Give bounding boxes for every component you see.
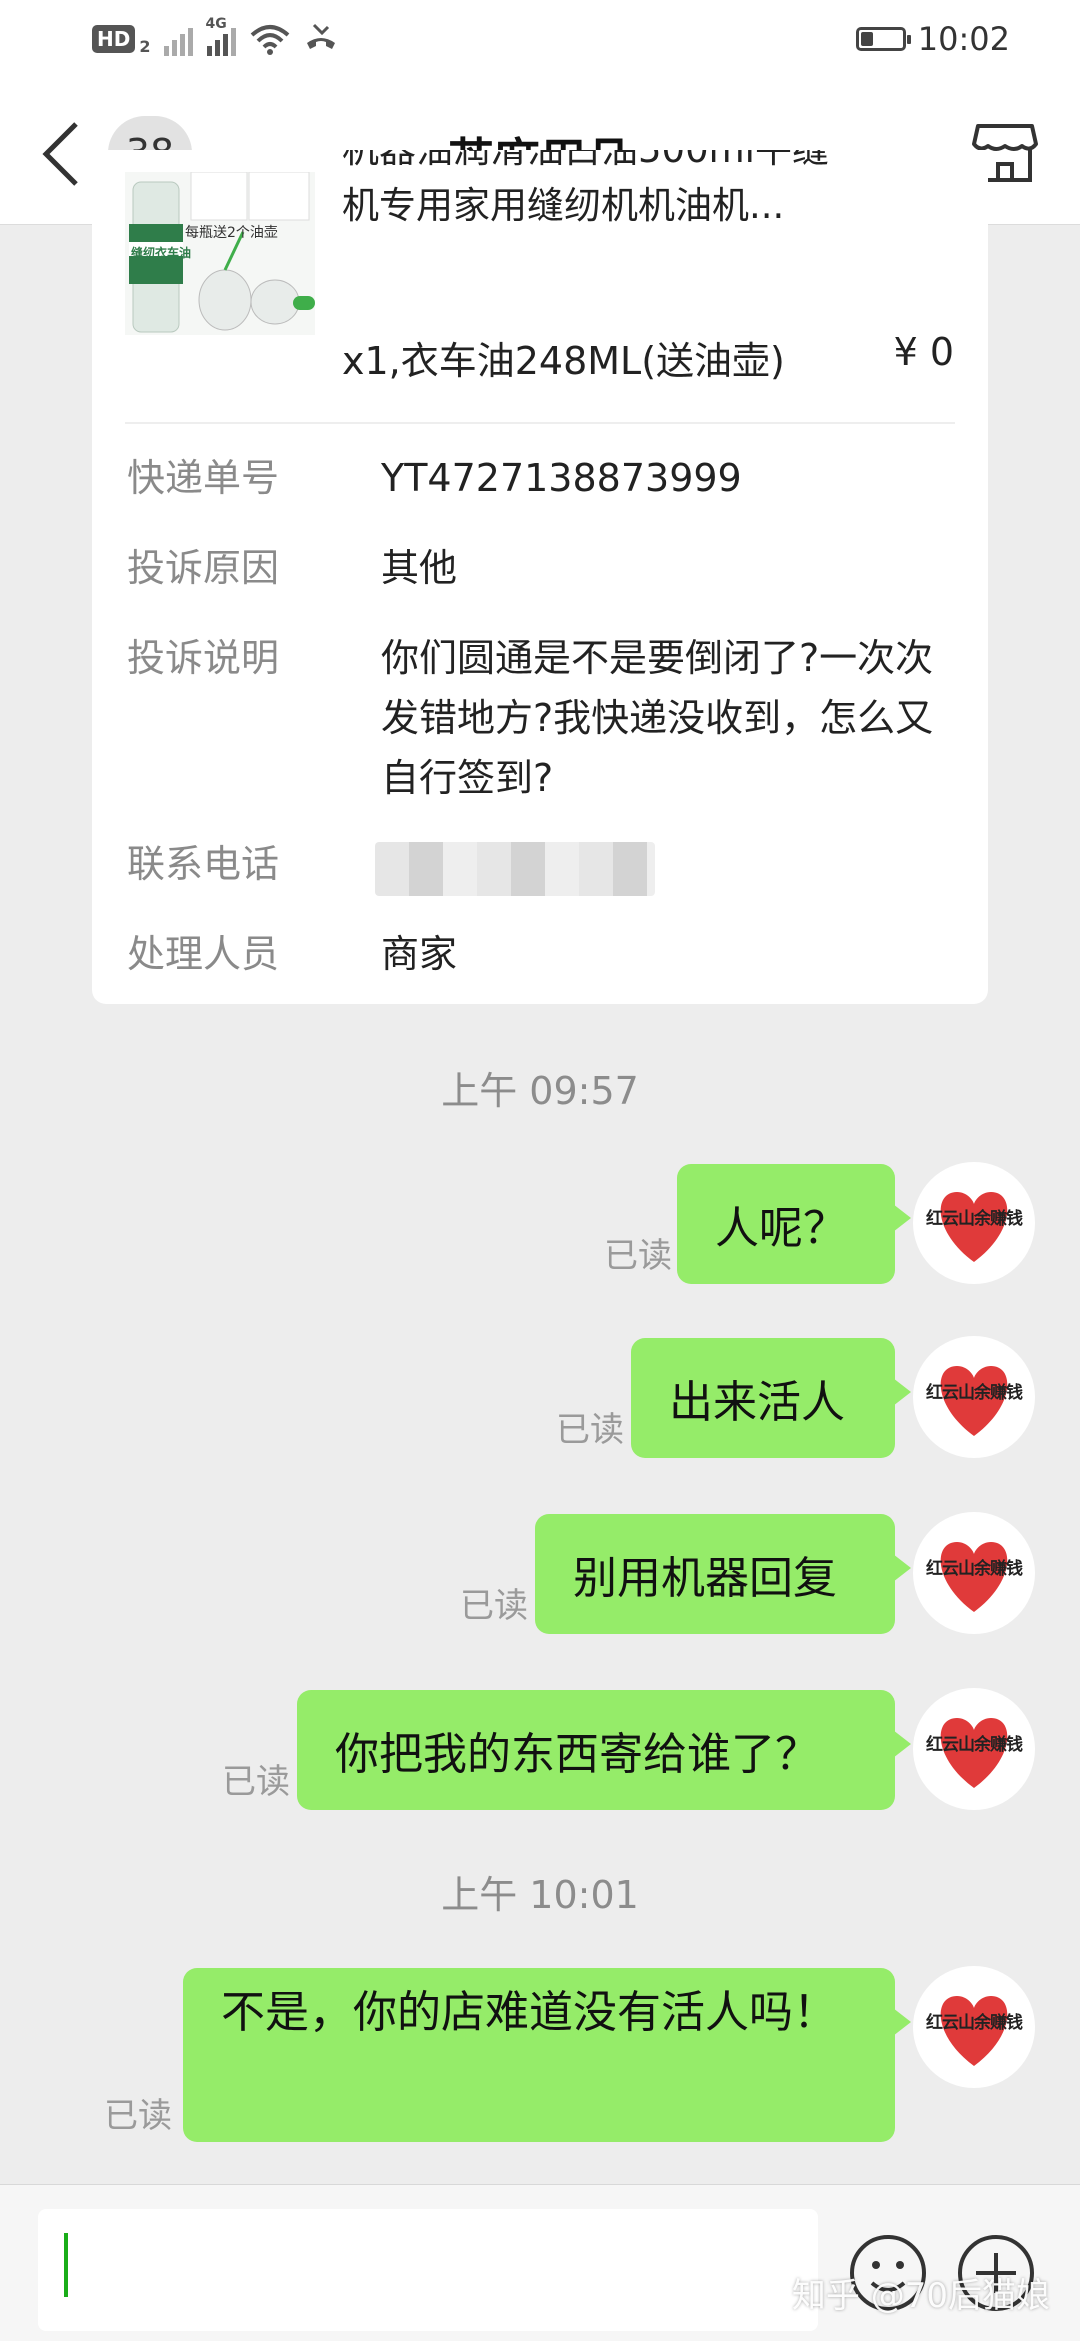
handler-label: 处理人员 <box>127 932 280 976</box>
product-image[interactable]: 缝纫衣车油 每瓶送2个油壶 <box>125 172 315 335</box>
text-caret <box>64 2233 68 2297</box>
chat-timestamp: 上午 09:57 <box>441 1069 639 1113</box>
avatar-text: 红云山余赚钱 <box>926 1559 1023 1579</box>
avatar[interactable]: 红云山余赚钱 <box>913 1336 1035 1458</box>
tracking-label: 快递单号 <box>127 456 280 500</box>
product-title-line-2: 机专用家用缝纫机机油机... <box>342 184 785 227</box>
status-icons-left: HD 2 4G <box>92 16 338 56</box>
handler-value: 商家 <box>381 932 458 976</box>
missed-call-icon <box>307 23 336 49</box>
product-sku: x1,衣车油248ML(送油壶) <box>342 339 785 383</box>
complaint-card[interactable]: 缝纫衣车油 每瓶送2个油壶 机器油润滑油白油500ml平缝 机专用家用缝纫机机油… <box>92 150 988 1004</box>
description-label: 投诉说明 <box>127 636 280 680</box>
read-receipt: 已读 <box>222 1762 290 1802</box>
hd-sub-indicator: 2 <box>139 36 151 56</box>
message-bubble[interactable]: 别用机器回复 <box>535 1514 911 1634</box>
phone-row: 联系电话 <box>127 834 957 904</box>
read-receipt: 已读 <box>604 1236 672 1276</box>
product-image-label: 缝纫衣车油 <box>131 246 192 260</box>
signal-2-icon: 4G <box>205 16 237 56</box>
phone-label: 联系电话 <box>127 842 280 886</box>
tracking-row: 快递单号 YT4727138873999 <box>127 448 957 508</box>
message-input[interactable] <box>38 2209 818 2331</box>
watermark: 知乎 @70后猫娘 <box>791 2276 1050 2316</box>
message-bubble[interactable]: 人呢？ <box>677 1164 911 1284</box>
product-image-promo: 每瓶送2个油壶 <box>185 225 278 241</box>
handler-row: 处理人员 商家 <box>127 924 957 984</box>
wifi-icon <box>251 25 290 55</box>
status-time: 10:02 <box>917 20 1010 58</box>
tracking-number[interactable]: YT4727138873999 <box>381 448 961 508</box>
avatar[interactable]: 红云山余赚钱 <box>913 1512 1035 1634</box>
read-receipt: 已读 <box>104 2096 172 2136</box>
avatar-text: 红云山余赚钱 <box>926 2013 1023 2033</box>
status-icons-right: 10:02 <box>855 20 1010 58</box>
product-title-line-1: 机器油润滑油白油500ml平缝 <box>342 150 962 178</box>
status-bar: HD 2 4G 10:02 <box>0 0 1080 84</box>
read-receipt: 已读 <box>460 1586 528 1626</box>
signal-1-icon <box>164 22 194 56</box>
product-title[interactable]: 机器油润滑油白油500ml平缝 机专用家用缝纫机机油机... <box>342 150 962 234</box>
description-row: 投诉说明 你们圆通是不是要倒闭了?一次次发错地方?我快递没收到，怎么又自行签到? <box>127 628 957 818</box>
chat-timestamp: 上午 10:01 <box>441 1873 639 1917</box>
message-bubble[interactable]: 不是，你的店难道没有活人吗！ <box>183 1968 911 2142</box>
avatar-text: 红云山余赚钱 <box>926 1209 1023 1229</box>
reason-row: 投诉原因 其他 <box>127 538 957 598</box>
input-bar <box>0 2184 1080 2341</box>
message-bubble[interactable]: 你把我的东西寄给谁了？ <box>297 1690 911 1810</box>
reason-value: 其他 <box>381 546 458 590</box>
hd-indicator: HD <box>92 25 136 53</box>
product-price: ¥ 0 <box>893 330 954 374</box>
avatar[interactable]: 红云山余赚钱 <box>913 1688 1035 1810</box>
card-divider <box>125 422 955 424</box>
description-value: 你们圆通是不是要倒闭了?一次次发错地方?我快递没收到，怎么又自行签到? <box>381 636 934 800</box>
phone-value-redacted <box>375 842 655 896</box>
avatar[interactable]: 红云山余赚钱 <box>913 1162 1035 1284</box>
avatar-text: 红云山余赚钱 <box>926 1383 1023 1403</box>
avatar-text: 红云山余赚钱 <box>926 1735 1023 1755</box>
reason-label: 投诉原因 <box>127 546 280 590</box>
read-receipt: 已读 <box>556 1410 624 1450</box>
avatar[interactable]: 红云山余赚钱 <box>913 1966 1035 2088</box>
battery-icon <box>855 27 911 51</box>
message-bubble[interactable]: 出来活人 <box>631 1338 911 1458</box>
